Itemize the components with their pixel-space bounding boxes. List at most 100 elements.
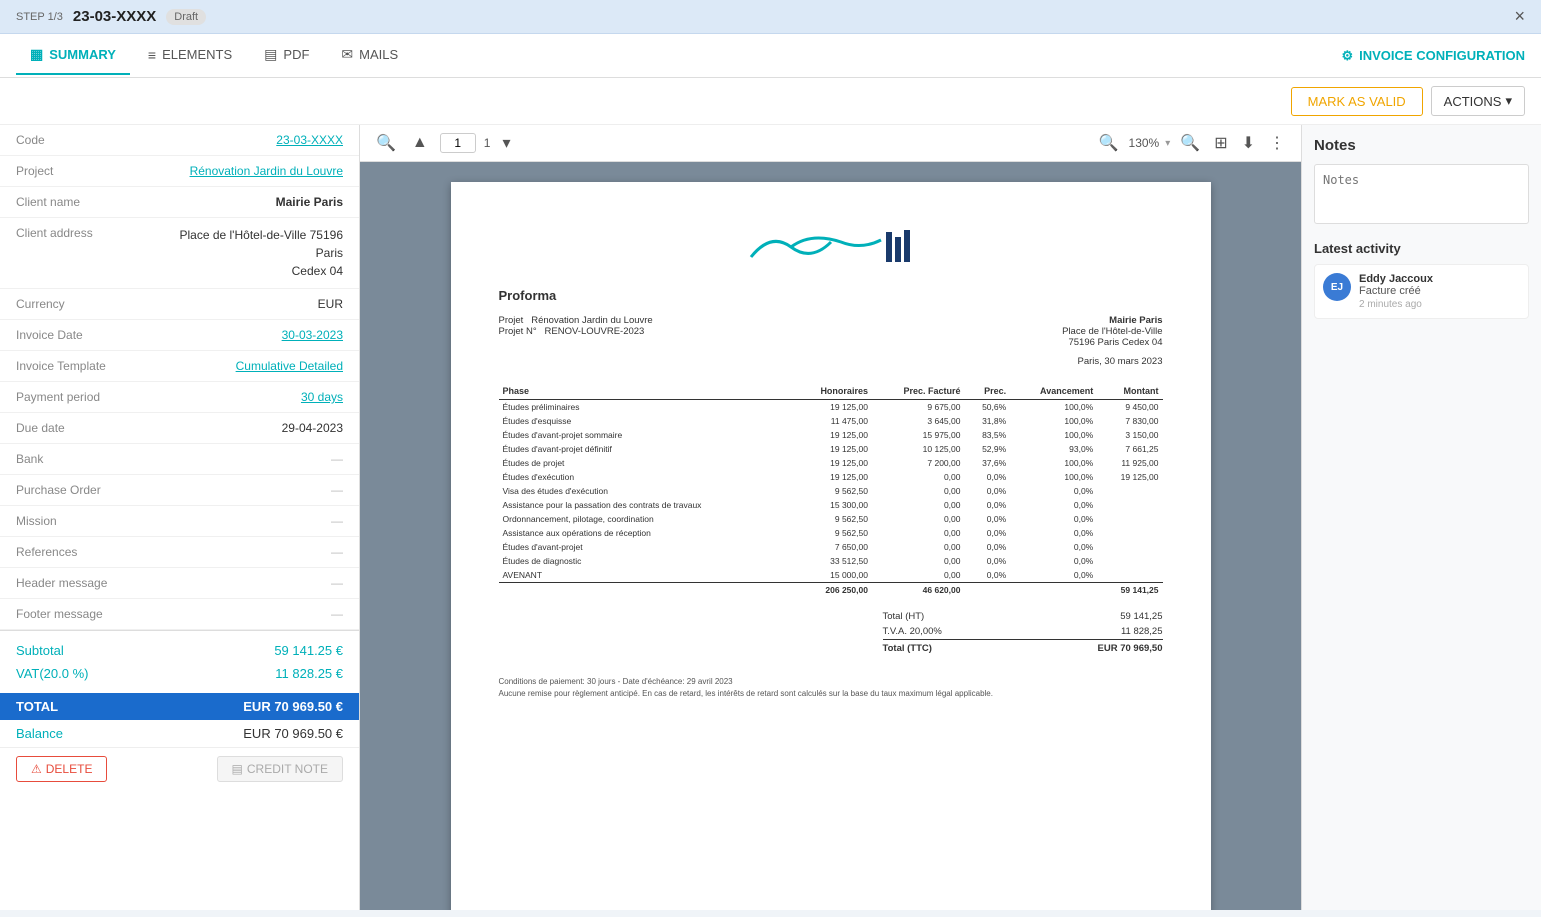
field-invoice-date-label: Invoice Date: [16, 328, 165, 342]
col-avancement: Avancement: [1010, 383, 1097, 400]
field-code-value[interactable]: 23-03-XXXX: [165, 133, 343, 147]
vat-value: 11 828.25 €: [275, 666, 343, 681]
tab-pdf[interactable]: ▤ PDF: [250, 36, 323, 75]
table-row: Ordonnancement, pilotage, coordination9 …: [499, 512, 1163, 526]
top-bar-left: STEP 1/3 23-03-XXXX Draft: [16, 8, 206, 25]
navigate-up-icon[interactable]: ▲: [408, 132, 432, 154]
field-invoice-template: Invoice Template Cumulative Detailed: [0, 351, 359, 382]
pdf-client-address1: Place de l'Hôtel-de-Ville: [1062, 326, 1162, 337]
pdf-page: Proforma Projet Rénovation Jardin du Lou…: [451, 182, 1211, 910]
mails-icon: ✉: [341, 46, 353, 63]
search-icon[interactable]: 🔍: [372, 131, 400, 155]
actions-label: ACTIONS: [1444, 94, 1502, 109]
zoom-in-icon[interactable]: 🔍: [1176, 131, 1204, 155]
tab-elements[interactable]: ≡ ELEMENTS: [134, 36, 246, 75]
table-row: Études d'avant-projet sommaire19 125,001…: [499, 428, 1163, 442]
credit-note-button: ▤ CREDIT NOTE: [217, 756, 343, 782]
pdf-footer-2: Aucune remise pour règlement anticipé. E…: [499, 688, 1163, 700]
pdf-meta-right: Mairie Paris Place de l'Hôtel-de-Ville 7…: [1062, 315, 1162, 348]
activity-description: Facture créé: [1359, 285, 1520, 297]
field-footer-message-value: —: [165, 607, 343, 621]
invoice-config-button[interactable]: ⚙ INVOICE CONFIGURATION: [1341, 48, 1525, 64]
field-client-address-value: Place de l'Hôtel-de-Ville 75196 ParisCed…: [165, 226, 343, 280]
latest-activity-title: Latest activity: [1314, 241, 1529, 256]
credit-note-label: CREDIT NOTE: [247, 762, 328, 776]
field-payment-period-value[interactable]: 30 days: [165, 390, 343, 404]
tab-summary[interactable]: ▦ SUMMARY: [16, 36, 130, 75]
field-purchase-order: Purchase Order —: [0, 475, 359, 506]
zoom-dropdown-icon[interactable]: ▾: [1165, 138, 1170, 149]
zoom-out-icon[interactable]: 🔍: [1095, 131, 1123, 155]
navigate-down-icon[interactable]: ▾: [498, 131, 514, 155]
avatar-initials: EJ: [1331, 282, 1343, 293]
field-mission-value: —: [165, 514, 343, 528]
document-icon: ▤: [232, 762, 243, 776]
total-value: EUR 70 969.50 €: [243, 699, 343, 714]
field-payment-period: Payment period 30 days: [0, 382, 359, 413]
pdf-client-address2: 75196 Paris Cedex 04: [1062, 337, 1162, 348]
pdf-client-name: Mairie Paris: [1062, 315, 1162, 326]
step-label: STEP 1/3: [16, 11, 63, 23]
mark-as-valid-button[interactable]: MARK AS VALID: [1291, 87, 1423, 116]
tab-mails[interactable]: ✉ MAILS: [327, 36, 412, 75]
download-icon[interactable]: ⬇: [1238, 131, 1259, 155]
avatar: EJ: [1323, 273, 1351, 301]
gear-icon: ⚙: [1341, 48, 1353, 64]
summary-section: Subtotal 59 141.25 € VAT(20.0 %) 11 828.…: [0, 630, 359, 693]
chevron-down-icon: ▾: [1505, 93, 1512, 109]
table-row: Études de diagnostic33 512,500,000,0%0,0…: [499, 554, 1163, 568]
pdf-project-label: Projet Rénovation Jardin du Louvre: [499, 315, 653, 326]
zoom-level: 130%: [1129, 136, 1160, 150]
field-currency-value: EUR: [165, 297, 343, 311]
field-code-label: Code: [16, 133, 165, 147]
actions-button[interactable]: ACTIONS ▾: [1431, 86, 1525, 116]
field-invoice-template-value[interactable]: Cumulative Detailed: [165, 359, 343, 373]
close-button[interactable]: ×: [1514, 6, 1525, 27]
field-project-value[interactable]: Rénovation Jardin du Louvre: [165, 164, 343, 178]
field-bank-label: Bank: [16, 452, 165, 466]
balance-label: Balance: [16, 726, 63, 741]
field-references-label: References: [16, 545, 165, 559]
balance-row: Balance EUR 70 969.50 €: [0, 720, 359, 747]
table-total-row: 206 250,00 46 620,00 59 141,25: [499, 583, 1163, 598]
doc-title: 23-03-XXXX: [73, 8, 156, 25]
table-row: Études d'exécution19 125,000,000,0%100,0…: [499, 470, 1163, 484]
field-footer-message: Footer message —: [0, 599, 359, 630]
notes-title: Notes: [1314, 137, 1529, 154]
pdf-date: Paris, 30 mars 2023: [499, 356, 1163, 367]
pdf-tva-value: 11 828,25: [1121, 626, 1163, 637]
main-layout: Code 23-03-XXXX Project Rénovation Jardi…: [0, 125, 1541, 910]
field-code: Code 23-03-XXXX: [0, 125, 359, 156]
activity-content: Eddy Jaccoux Facture créé 2 minutes ago: [1359, 273, 1520, 310]
invoice-config-label: INVOICE CONFIGURATION: [1359, 48, 1525, 63]
fit-page-icon[interactable]: ⊞: [1210, 131, 1231, 155]
page-number-input[interactable]: [440, 133, 476, 153]
field-bank-value: —: [165, 452, 343, 466]
field-mission-label: Mission: [16, 514, 165, 528]
pdf-project-num-label: Projet N° RENOV-LOUVRE-2023: [499, 326, 653, 337]
field-client-address-label: Client address: [16, 226, 165, 240]
page-total: 1: [484, 136, 491, 150]
notes-input[interactable]: [1314, 164, 1529, 224]
field-client-name-value: Mairie Paris: [165, 195, 343, 209]
company-logo: [731, 222, 931, 272]
total-label: TOTAL: [16, 699, 58, 714]
field-header-message-label: Header message: [16, 576, 165, 590]
field-due-date-value: 29-04-2023: [165, 421, 343, 435]
field-due-date-label: Due date: [16, 421, 165, 435]
subtotal-label: Subtotal: [16, 643, 64, 658]
field-header-message-value: —: [165, 576, 343, 590]
vat-label: VAT(20.0 %): [16, 666, 88, 681]
right-sidebar: Notes Latest activity EJ Eddy Jaccoux Fa…: [1301, 125, 1541, 910]
pdf-logo-area: [499, 222, 1163, 272]
pdf-total-ht-value: 59 141,25: [1120, 611, 1162, 622]
col-prec: Prec.: [964, 383, 1010, 400]
draft-badge: Draft: [166, 9, 206, 25]
more-options-icon[interactable]: ⋮: [1265, 131, 1289, 155]
pdf-tva-row: T.V.A. 20,00% 11 828,25: [883, 624, 1163, 639]
field-invoice-date-value[interactable]: 30-03-2023: [165, 328, 343, 342]
top-bar: STEP 1/3 23-03-XXXX Draft ×: [0, 0, 1541, 34]
delete-button[interactable]: ⚠ DELETE: [16, 756, 107, 782]
field-payment-period-label: Payment period: [16, 390, 165, 404]
field-client-address: Client address Place de l'Hôtel-de-Ville…: [0, 218, 359, 289]
